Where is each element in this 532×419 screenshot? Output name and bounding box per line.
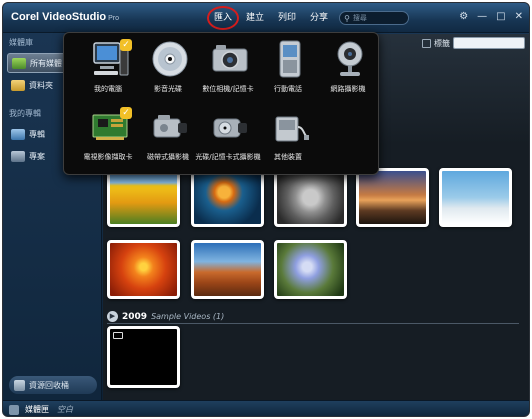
menu-tab-create[interactable]: 建立 <box>239 8 271 28</box>
project-icon <box>11 150 25 162</box>
menu-tab-share[interactable]: 分享 <box>303 8 335 28</box>
minimize-icon[interactable]: — <box>477 12 487 22</box>
media-tray-status: 空白 <box>57 405 73 414</box>
mobile-phone-icon <box>279 40 301 78</box>
sidebar-item-label: 資料夾 <box>29 80 53 90</box>
tag-label: 標籤 <box>434 38 450 48</box>
main-menu: 匯入 建立 列印 分享 ⚲ <box>207 6 410 30</box>
search-input[interactable] <box>352 14 405 22</box>
search-icon: ⚲ <box>344 13 350 23</box>
tape-camcorder-icon <box>153 115 187 138</box>
settings-icon[interactable]: ⚙ <box>459 12 468 22</box>
other-device-icon <box>275 116 309 142</box>
thumbnail-video[interactable] <box>107 326 180 388</box>
thumbnail-tulips[interactable] <box>107 168 180 227</box>
app-title: Corel VideoStudio Pro <box>11 11 119 23</box>
restore-icon[interactable]: □ <box>496 12 505 22</box>
search-box[interactable]: ⚲ <box>339 11 410 25</box>
bookmark-icon[interactable] <box>422 38 431 48</box>
all-media-icon <box>12 57 26 69</box>
sidebar-item-label: 專案 <box>29 151 45 161</box>
thumbnail-hydrangeas[interactable] <box>274 240 347 299</box>
check-icon: ✓ <box>120 39 132 51</box>
media-tray-title: 媒體匣 <box>25 405 49 414</box>
thumbnail-penguins[interactable] <box>439 168 512 227</box>
close-icon[interactable]: ✕ <box>515 12 523 22</box>
recycle-bin-label: 資源回收桶 <box>29 380 69 390</box>
import-item-label: 其他裝置 <box>274 153 302 161</box>
import-item-label: 網路攝影機 <box>330 85 366 93</box>
disc-camcorder-icon <box>213 118 247 138</box>
tag-dropdown[interactable] <box>453 37 525 49</box>
thumbnail-desert[interactable] <box>191 240 264 299</box>
disc-icon <box>152 41 188 77</box>
webcam-icon <box>337 41 363 76</box>
thumbnail-jellyfish[interactable] <box>191 168 264 227</box>
app-window: Corel VideoStudioPro 匯入 建立 列印 分享 ⚲ ⚙ — □… <box>2 2 530 417</box>
app-title-subtitle: Pro <box>108 15 120 22</box>
section-name: Sample Videos (1) <box>151 312 225 321</box>
recycle-bin-button[interactable]: 資源回收桶 <box>9 376 97 394</box>
section-header: ▶ 2009 Sample Videos (1) <box>107 310 519 324</box>
video-film-icon <box>113 332 123 339</box>
album-icon <box>11 128 25 140</box>
thumbnail-chrysanthemum[interactable] <box>107 240 180 299</box>
recycle-bin-icon <box>14 379 25 391</box>
folder-icon <box>11 79 25 91</box>
import-item-webcam[interactable]: 網路攝影機 <box>312 37 384 105</box>
sidebar-item-label: 專輯 <box>29 129 45 139</box>
sidebar-item-label: 所有媒體 <box>30 58 62 68</box>
menu-tab-import[interactable]: 匯入 <box>207 6 240 30</box>
digital-camera-icon <box>212 45 248 72</box>
check-icon: ✓ <box>120 107 132 119</box>
media-tray-icon[interactable] <box>9 404 19 415</box>
app-title-text: Corel VideoStudio <box>11 11 107 23</box>
status-bar: 媒體匣 空白 <box>3 400 529 416</box>
menu-tab-print[interactable]: 列印 <box>271 8 303 28</box>
title-bar: Corel VideoStudioPro 匯入 建立 列印 分享 ⚲ ⚙ — □… <box>3 3 529 33</box>
thumbnail-koala[interactable] <box>274 168 347 227</box>
section-toggle-icon[interactable]: ▶ <box>107 311 118 322</box>
import-item-other-device[interactable]: 其他裝置 <box>252 105 324 173</box>
tag-filter: 標籤 <box>422 37 525 49</box>
thumbnail-lighthouse[interactable] <box>356 168 429 227</box>
import-device-menu: ✓ 我的電腦 影音光碟 數位相機/記憶卡 行動電話 網路攝影機 ✓ 電視影像擷取… <box>63 32 379 175</box>
section-year: 2009 <box>122 311 148 322</box>
window-controls: ⚙ — □ ✕ <box>459 12 523 22</box>
